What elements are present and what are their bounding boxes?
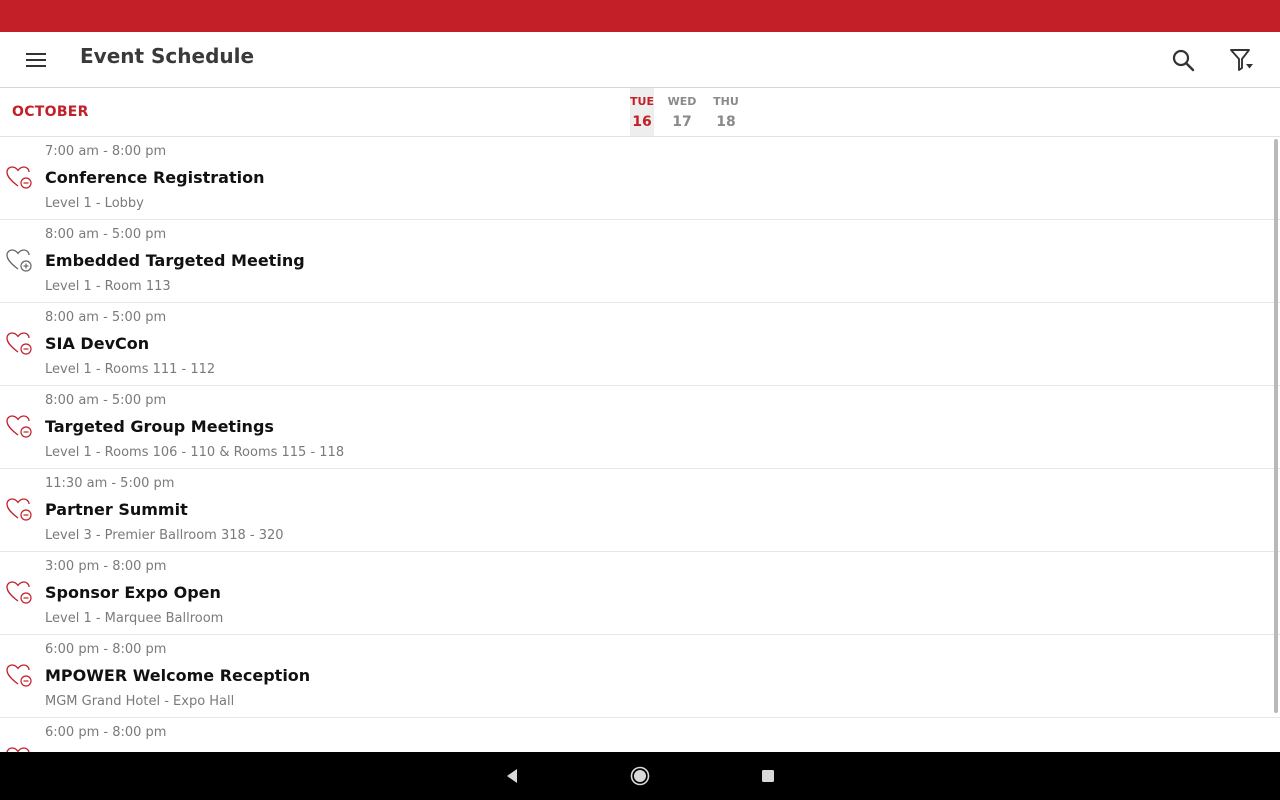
day-tab-wed[interactable]: WED 17: [664, 88, 700, 136]
search-icon: [1172, 49, 1195, 72]
day-name: THU: [713, 95, 739, 108]
event-title: Targeted Group Meetings: [45, 417, 274, 436]
recents-square-icon: [762, 770, 774, 782]
event-time: 11:30 am - 5:00 pm: [45, 476, 175, 491]
event-row[interactable]: 11:30 am - 5:00 pm Partner Summit Level …: [0, 469, 1280, 552]
favorite-remove-icon[interactable]: [6, 497, 34, 523]
back-button[interactable]: [500, 764, 524, 788]
event-location: Level 1 - Room 113: [45, 279, 171, 294]
event-row[interactable]: 8:00 am - 5:00 pm Targeted Group Meeting…: [0, 386, 1280, 469]
status-bar: [0, 0, 1280, 32]
favorite-remove-icon[interactable]: [6, 414, 34, 440]
back-triangle-icon: [507, 769, 517, 783]
event-time: 6:00 pm - 8:00 pm: [45, 642, 167, 657]
day-number: 18: [716, 114, 736, 130]
home-circle-icon: [630, 766, 650, 786]
hamburger-menu-icon: [26, 53, 46, 67]
event-row[interactable]: 6:00 pm - 8:00 pm: [0, 718, 1280, 752]
event-location: Level 1 - Lobby: [45, 196, 144, 211]
event-row[interactable]: 7:00 am - 8:00 pm Conference Registratio…: [0, 137, 1280, 220]
day-name: WED: [667, 95, 697, 108]
event-location: Level 1 - Rooms 111 - 112: [45, 362, 216, 377]
event-title: Partner Summit: [45, 500, 188, 519]
event-list[interactable]: 7:00 am - 8:00 pm Conference Registratio…: [0, 137, 1280, 752]
home-button[interactable]: [628, 764, 652, 788]
favorite-remove-icon[interactable]: [6, 663, 34, 689]
date-header: OCTOBER TUE 16 WED 17 THU 18: [0, 88, 1280, 137]
day-tab-thu[interactable]: THU 18: [706, 88, 746, 136]
page-title: Event Schedule: [80, 44, 255, 68]
event-time: 8:00 am - 5:00 pm: [45, 393, 167, 408]
event-time: 7:00 am - 8:00 pm: [45, 144, 167, 159]
event-location: Level 3 - Premier Ballroom 318 - 320: [45, 528, 284, 543]
event-location: Level 1 - Marquee Ballroom: [45, 611, 224, 626]
event-title: Conference Registration: [45, 168, 265, 187]
favorite-remove-icon[interactable]: [6, 331, 34, 357]
event-row[interactable]: 8:00 am - 5:00 pm Embedded Targeted Meet…: [0, 220, 1280, 303]
menu-button[interactable]: [16, 40, 56, 80]
favorite-remove-icon[interactable]: [6, 165, 34, 191]
system-nav-bar: [0, 752, 1280, 800]
recents-button[interactable]: [756, 764, 780, 788]
event-row[interactable]: 3:00 pm - 8:00 pm Sponsor Expo Open Leve…: [0, 552, 1280, 635]
event-location: MGM Grand Hotel - Expo Hall: [45, 694, 235, 709]
favorite-remove-icon[interactable]: [6, 580, 34, 606]
event-time: 6:00 pm - 8:00 pm: [45, 725, 167, 740]
event-location: Level 1 - Rooms 106 - 110 & Rooms 115 - …: [45, 445, 345, 460]
event-time: 8:00 am - 5:00 pm: [45, 310, 167, 325]
event-time: 8:00 am - 5:00 pm: [45, 227, 167, 242]
filter-button[interactable]: [1222, 40, 1262, 80]
event-row[interactable]: 8:00 am - 5:00 pm SIA DevCon Level 1 - R…: [0, 303, 1280, 386]
filter-icon: [1230, 49, 1253, 71]
event-title: Sponsor Expo Open: [45, 583, 221, 602]
event-title: MPOWER Welcome Reception: [45, 666, 311, 685]
month-label: OCTOBER: [12, 104, 89, 120]
event-title: Embedded Targeted Meeting: [45, 251, 305, 270]
event-row[interactable]: 6:00 pm - 8:00 pm MPOWER Welcome Recepti…: [0, 635, 1280, 718]
scrollbar[interactable]: [1274, 139, 1278, 713]
day-tabs: TUE 16 WED 17 THU 18: [630, 88, 746, 136]
favorite-add-icon[interactable]: [6, 248, 34, 274]
day-name: TUE: [630, 95, 654, 108]
day-tab-tue[interactable]: TUE 16: [630, 88, 654, 136]
event-title: SIA DevCon: [45, 334, 150, 353]
day-number: 17: [672, 114, 692, 130]
app-bar: Event Schedule: [0, 32, 1280, 88]
event-time: 3:00 pm - 8:00 pm: [45, 559, 167, 574]
day-number: 16: [632, 114, 652, 130]
search-button[interactable]: [1163, 40, 1203, 80]
